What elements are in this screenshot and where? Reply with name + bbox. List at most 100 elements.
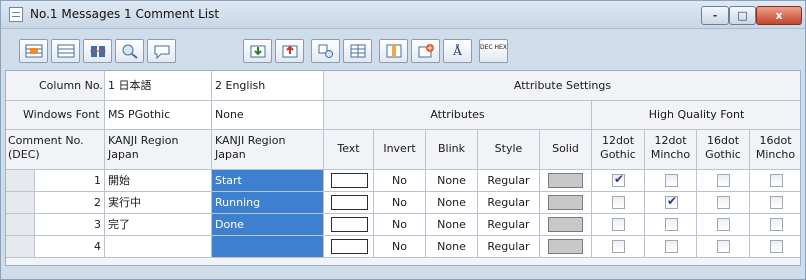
comment-button[interactable] xyxy=(147,39,176,63)
row-header[interactable] xyxy=(6,170,35,192)
hq-font-cell[interactable] xyxy=(697,236,750,258)
solid-cell[interactable] xyxy=(540,214,592,236)
invert-cell[interactable]: No xyxy=(374,170,426,192)
style-cell[interactable]: Regular xyxy=(478,214,540,236)
invert-cell[interactable]: No xyxy=(374,192,426,214)
comment-english-cell[interactable]: Start xyxy=(212,170,324,192)
hq-font-cell[interactable] xyxy=(645,170,697,192)
comment-japanese-cell[interactable]: 完了 xyxy=(105,214,212,236)
style-header: Style xyxy=(478,130,540,170)
text-color-swatch[interactable] xyxy=(331,217,368,232)
text-color-swatch[interactable] xyxy=(331,173,368,188)
dec-hex-button[interactable]: DEC HEX xyxy=(479,39,508,63)
invert-cell[interactable]: No xyxy=(374,236,426,258)
row-header[interactable] xyxy=(6,236,35,258)
comment-english-cell[interactable]: Running xyxy=(212,192,324,214)
column-1-font[interactable]: MS PGothic xyxy=(105,101,212,130)
title-bar[interactable]: No.1 Messages 1 Comment List - □ x xyxy=(1,1,805,29)
hq-font-cell[interactable] xyxy=(592,236,645,258)
comment-grid[interactable]: Column No. 1 日本語 2 English Attribute Set… xyxy=(5,70,801,266)
solid-color-swatch[interactable] xyxy=(548,239,583,254)
hq-font-checkbox[interactable] xyxy=(770,240,783,253)
import-button[interactable] xyxy=(243,39,272,63)
row-header[interactable] xyxy=(6,192,35,214)
close-button[interactable]: x xyxy=(756,6,802,25)
insert-row-button[interactable] xyxy=(19,39,48,63)
export-button[interactable] xyxy=(275,39,304,63)
solid-color-swatch[interactable] xyxy=(548,173,583,188)
hq-font-checkbox[interactable] xyxy=(770,196,783,209)
text-color-cell[interactable] xyxy=(324,170,374,192)
invert-cell[interactable]: No xyxy=(374,214,426,236)
minimize-button[interactable]: - xyxy=(701,6,729,25)
blink-cell[interactable]: None xyxy=(426,214,478,236)
text-color-cell[interactable] xyxy=(324,236,374,258)
toolbar: Å DEC HEX xyxy=(9,35,799,69)
comment-english-cell[interactable]: Done xyxy=(212,214,324,236)
hq-font-cell[interactable] xyxy=(697,192,750,214)
hq-font-checkbox[interactable] xyxy=(612,196,625,209)
solid-color-swatch[interactable] xyxy=(548,217,583,232)
hq-font-checkbox[interactable] xyxy=(612,240,625,253)
hq-font-cell[interactable]: ✔ xyxy=(592,170,645,192)
column-2-name[interactable]: 2 English xyxy=(212,71,324,101)
solid-color-swatch[interactable] xyxy=(548,195,583,210)
hq-font-cell[interactable]: ✔ xyxy=(645,192,697,214)
blink-cell[interactable]: None xyxy=(426,236,478,258)
comment-japanese-cell[interactable]: 実行中 xyxy=(105,192,212,214)
hq-font-checkbox[interactable] xyxy=(612,218,625,231)
hq-font-checkbox[interactable] xyxy=(717,218,730,231)
hq-font-cell[interactable] xyxy=(592,192,645,214)
delete-row-icon xyxy=(57,44,74,58)
text-color-swatch[interactable] xyxy=(331,195,368,210)
solid-cell[interactable] xyxy=(540,170,592,192)
hq-font-cell[interactable] xyxy=(697,170,750,192)
blink-cell[interactable]: None xyxy=(426,192,478,214)
text-color-cell[interactable] xyxy=(324,192,374,214)
hq-font-cell[interactable] xyxy=(645,214,697,236)
solid-cell[interactable] xyxy=(540,192,592,214)
comment-japanese-cell[interactable] xyxy=(105,236,212,258)
column-setting-button[interactable] xyxy=(379,39,408,63)
hq-font-cell[interactable] xyxy=(750,192,800,214)
style-cell[interactable]: Regular xyxy=(478,236,540,258)
comment-number-cell: 1 xyxy=(35,170,105,192)
hq-font-cell[interactable] xyxy=(750,236,800,258)
style-cell[interactable]: Regular xyxy=(478,192,540,214)
comment-japanese-cell[interactable]: 開始 xyxy=(105,170,212,192)
blink-cell[interactable]: None xyxy=(426,170,478,192)
add-button[interactable] xyxy=(411,39,440,63)
comment-english-cell[interactable] xyxy=(212,236,324,258)
maximize-button[interactable]: □ xyxy=(729,6,756,25)
hq-font-checkbox[interactable] xyxy=(717,196,730,209)
hq-font-cell[interactable] xyxy=(697,214,750,236)
delete-row-button[interactable] xyxy=(51,39,80,63)
text-color-cell[interactable] xyxy=(324,214,374,236)
font-setting-button[interactable]: Å xyxy=(443,39,472,63)
hq-font-cell[interactable] xyxy=(750,214,800,236)
find-button[interactable] xyxy=(115,39,144,63)
column-1-name[interactable]: 1 日本語 xyxy=(105,71,212,101)
document-icon xyxy=(9,7,23,22)
hq-font-checkbox[interactable] xyxy=(770,218,783,231)
grid-button[interactable] xyxy=(343,39,372,63)
hq-font-cell[interactable] xyxy=(592,214,645,236)
hq-font-cell[interactable] xyxy=(750,170,800,192)
hq-font-checkbox[interactable] xyxy=(717,174,730,187)
column-2-font[interactable]: None xyxy=(212,101,324,130)
hq-font-checkbox[interactable] xyxy=(717,240,730,253)
solid-cell[interactable] xyxy=(540,236,592,258)
column-width-button[interactable] xyxy=(83,39,112,63)
hq-font-checkbox[interactable] xyxy=(665,218,678,231)
text-color-swatch[interactable] xyxy=(331,239,368,254)
hq-font-cell[interactable] xyxy=(645,236,697,258)
hq-font-checkbox[interactable]: ✔ xyxy=(612,172,625,187)
text-header: Text xyxy=(324,130,374,170)
hq-font-checkbox[interactable] xyxy=(665,240,678,253)
hq-font-checkbox[interactable] xyxy=(665,174,678,187)
hq-font-checkbox[interactable]: ✔ xyxy=(665,194,678,209)
hq-font-checkbox[interactable] xyxy=(770,174,783,187)
replace-button[interactable] xyxy=(311,39,340,63)
row-header[interactable] xyxy=(6,214,35,236)
style-cell[interactable]: Regular xyxy=(478,170,540,192)
